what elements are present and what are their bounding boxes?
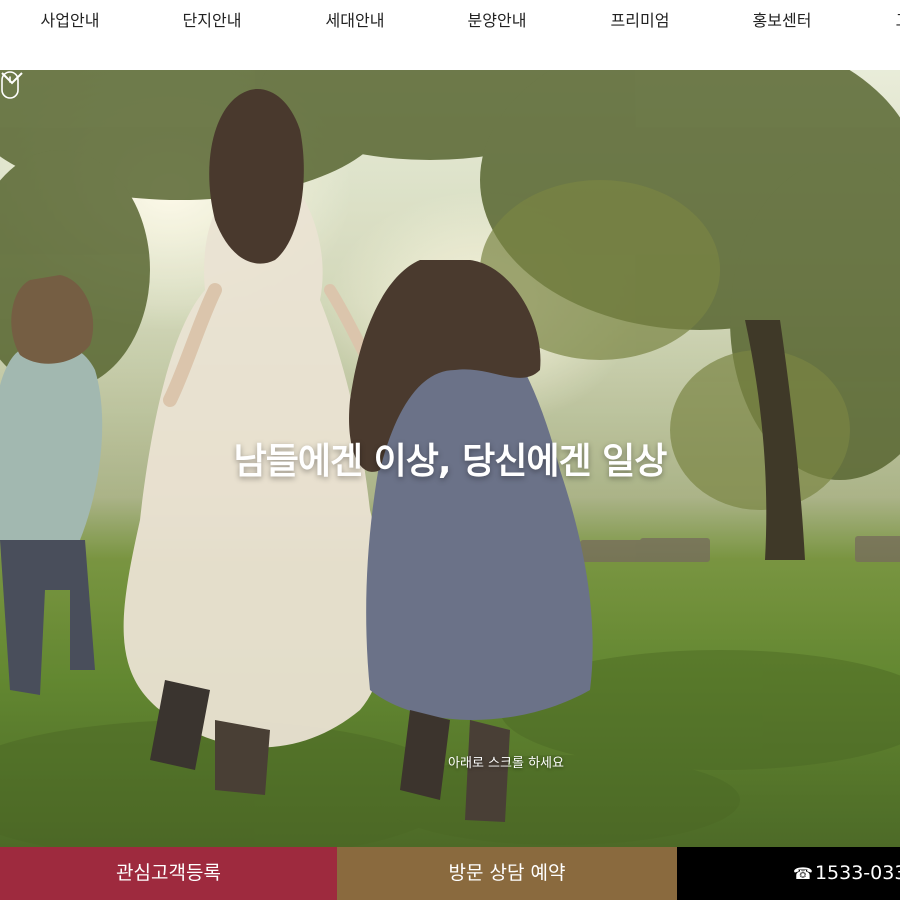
bottom-action-bar: 관심고객등록 방문 상담 예약 ☎1533-0335 [0,847,900,900]
nav-item-premium[interactable]: 프리미엄 [611,10,670,32]
interest-register-button[interactable]: 관심고객등록 [0,847,337,900]
phone-icon: ☎ [793,864,813,883]
nav-item-customer[interactable]: 고 [896,10,900,32]
visit-consultation-button[interactable]: 방문 상담 예약 [337,847,677,900]
hero-video: 남들에겐 이상, 당신에겐 일상 아래로 스크롤 하세요 [0,70,900,847]
nav-item-unit[interactable]: 세대안내 [326,10,385,32]
phone-number: 1533-0335 [814,862,900,884]
phone-call-button[interactable]: ☎1533-0335 [677,847,900,900]
top-nav: 사업안내 단지안내 세대안내 분양안내 프리미엄 홍보센터 고 [0,0,900,70]
chevron-down-icon[interactable] [0,70,24,86]
nav-item-business[interactable]: 사업안내 [41,10,100,32]
hero-headline: 남들에겐 이상, 당신에겐 일상 [233,441,668,482]
scroll-hint-text: 아래로 스크롤 하세요 [448,756,564,771]
nav-item-sale[interactable]: 분양안내 [468,10,527,32]
nav-item-complex[interactable]: 단지안내 [183,10,242,32]
nav-item-pr-center[interactable]: 홍보센터 [753,10,812,32]
